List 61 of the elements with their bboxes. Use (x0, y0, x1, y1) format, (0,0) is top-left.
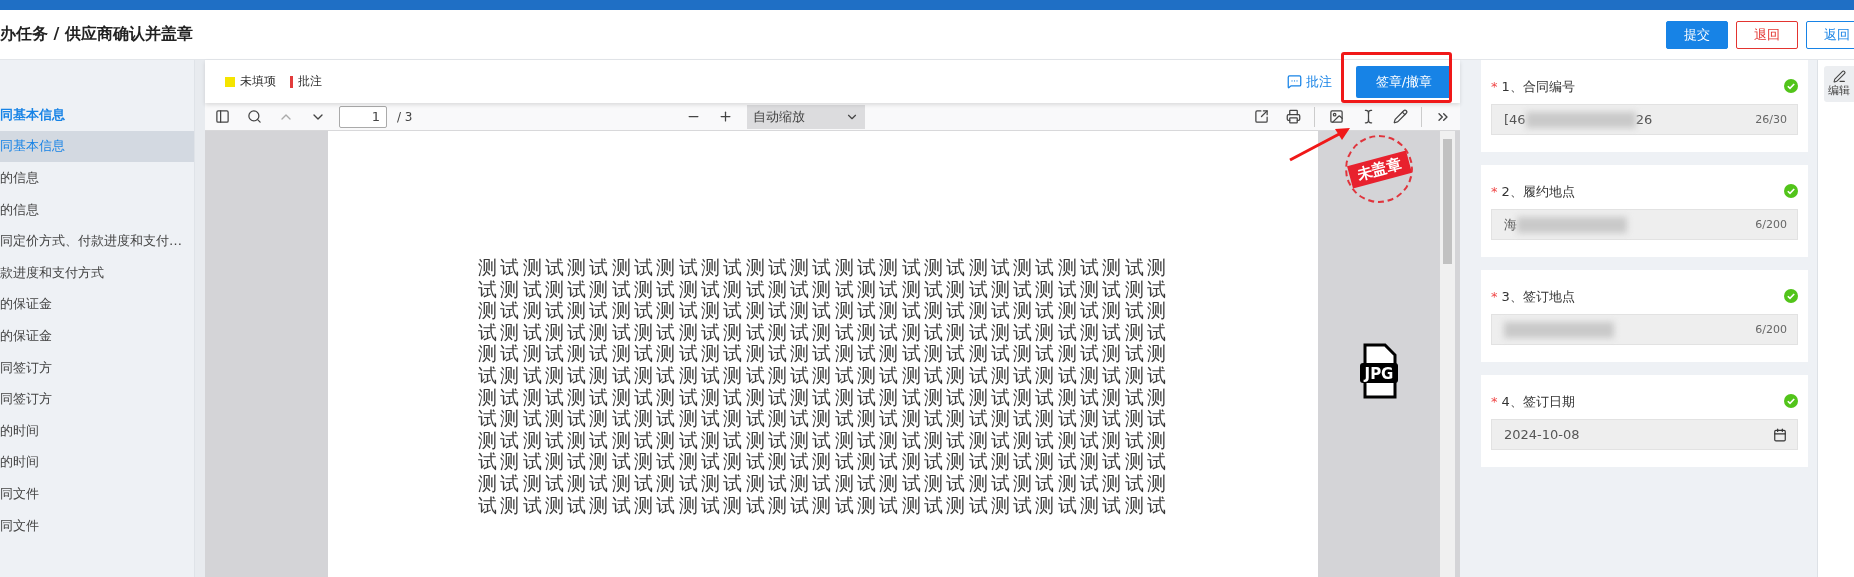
legend-label: 批注 (298, 73, 322, 90)
sidebar-item[interactable]: 的信息 (0, 193, 194, 226)
document-text: 测试测试测试测试测试测试测试测试测试测试测试测试测试测试测试测 (478, 429, 1171, 452)
sidebar-item[interactable]: 同文件 (0, 509, 194, 542)
sidebar-item[interactable]: 款进度和支付方式 (0, 256, 194, 289)
sidebar-item[interactable]: 的保证金 (0, 320, 194, 352)
date-field[interactable]: 2024-10-08 (1491, 419, 1798, 450)
sidebar-item[interactable]: 的信息 (0, 162, 194, 194)
sidebar-item[interactable]: 的保证金 (0, 288, 194, 321)
required-mark: * (1491, 394, 1498, 409)
pen-icon (1832, 70, 1846, 83)
legend-label: 未填项 (240, 73, 276, 90)
stamp-label: 未盖章 (1346, 150, 1412, 188)
required-mark: * (1491, 79, 1498, 94)
calendar-icon (1773, 427, 1787, 442)
field-label: 4、签订日期 (1501, 394, 1575, 409)
sign-button[interactable]: 签章/撤章 (1356, 65, 1452, 98)
field-value: [46 (1504, 112, 1526, 127)
document-text: 测试测试测试测试测试测试测试测试测试测试测试测试测试测试测试测 (478, 343, 1171, 365)
sidebar-item[interactable]: 的时间 (0, 414, 194, 447)
document-text: 测试测试测试测试测试测试测试测试测试测试测试测试测试测试测试测 (478, 472, 1171, 495)
field-label: 2、履约地点 (1501, 184, 1575, 199)
document-text: 试测试测试测试测试测试测试测试测试测试测试测试测试测试测试测试 (478, 451, 1171, 473)
sidebar-item[interactable]: 同文件 (0, 478, 194, 510)
document-text: 试测试测试测试测试测试测试测试测试测试测试测试测试测试测试测试 (478, 494, 1171, 517)
char-count: 6/200 (1755, 218, 1787, 231)
submit-button[interactable]: 提交 (1666, 20, 1728, 49)
page-number-field[interactable]: 1 (339, 105, 387, 128)
input-field[interactable]: 海 6/200 (1491, 209, 1798, 240)
document-text: 试测试测试测试测试测试测试测试测试测试测试测试测试测试测试测试 (478, 321, 1171, 344)
field-value: 海 (1504, 215, 1517, 234)
field-value: 26 (1635, 112, 1653, 127)
annotate-link[interactable]: 批注 (1287, 72, 1332, 91)
char-count: 6/200 (1755, 323, 1787, 336)
sidebar-item[interactable]: 的时间 (0, 446, 194, 479)
sidebar-item[interactable]: 同签订方 (0, 351, 194, 384)
pointer-arrow (1288, 127, 1351, 162)
back-button[interactable]: 返回 (1806, 20, 1854, 49)
input-field[interactable]: 6/200 (1491, 314, 1798, 345)
sidebar-item[interactable]: 同签订方 (0, 383, 194, 415)
document-text: 测试测试测试测试测试测试测试测试测试测试测试测试测试测试测试测 (478, 386, 1171, 409)
comment-icon (1287, 74, 1302, 89)
edit-button[interactable]: 编辑 (1824, 66, 1854, 102)
page-title: 办任务 / 供应商确认并盖章 (0, 24, 193, 45)
document-text: 试测试测试测试测试测试测试测试测试测试测试测试测试测试测试测试 (478, 278, 1171, 301)
scrollbar-thumb[interactable] (1443, 139, 1452, 264)
field-label: 1、合同编号 (1501, 79, 1575, 94)
input-field[interactable]: [46 26 26/30 (1491, 104, 1798, 135)
document-text: 测试测试测试测试测试测试测试测试测试测试测试测试测试测试测试测 (478, 300, 1171, 322)
required-mark: * (1491, 289, 1498, 304)
zoom-select[interactable]: 自动缩放 (746, 104, 865, 129)
document-text: 试测试测试测试测试测试测试测试测试测试测试测试测试测试测试测试 (478, 364, 1171, 387)
reject-button[interactable]: 退回 (1736, 20, 1798, 49)
page-count: / 3 (397, 109, 413, 124)
sidebar-item[interactable]: 同定价方式、付款进度和支付… (0, 225, 194, 257)
char-count: 26/30 (1755, 113, 1787, 126)
document-text: 试测试测试测试测试测试测试测试测试测试测试测试测试测试测试测试 (478, 408, 1171, 430)
field-label: 3、签订地点 (1501, 289, 1575, 304)
required-mark: * (1491, 184, 1498, 199)
document-text: 测试测试测试测试测试测试测试测试测试测试测试测试测试测试测试测 (478, 257, 1171, 279)
field-value: 2024-10-08 (1504, 427, 1580, 442)
